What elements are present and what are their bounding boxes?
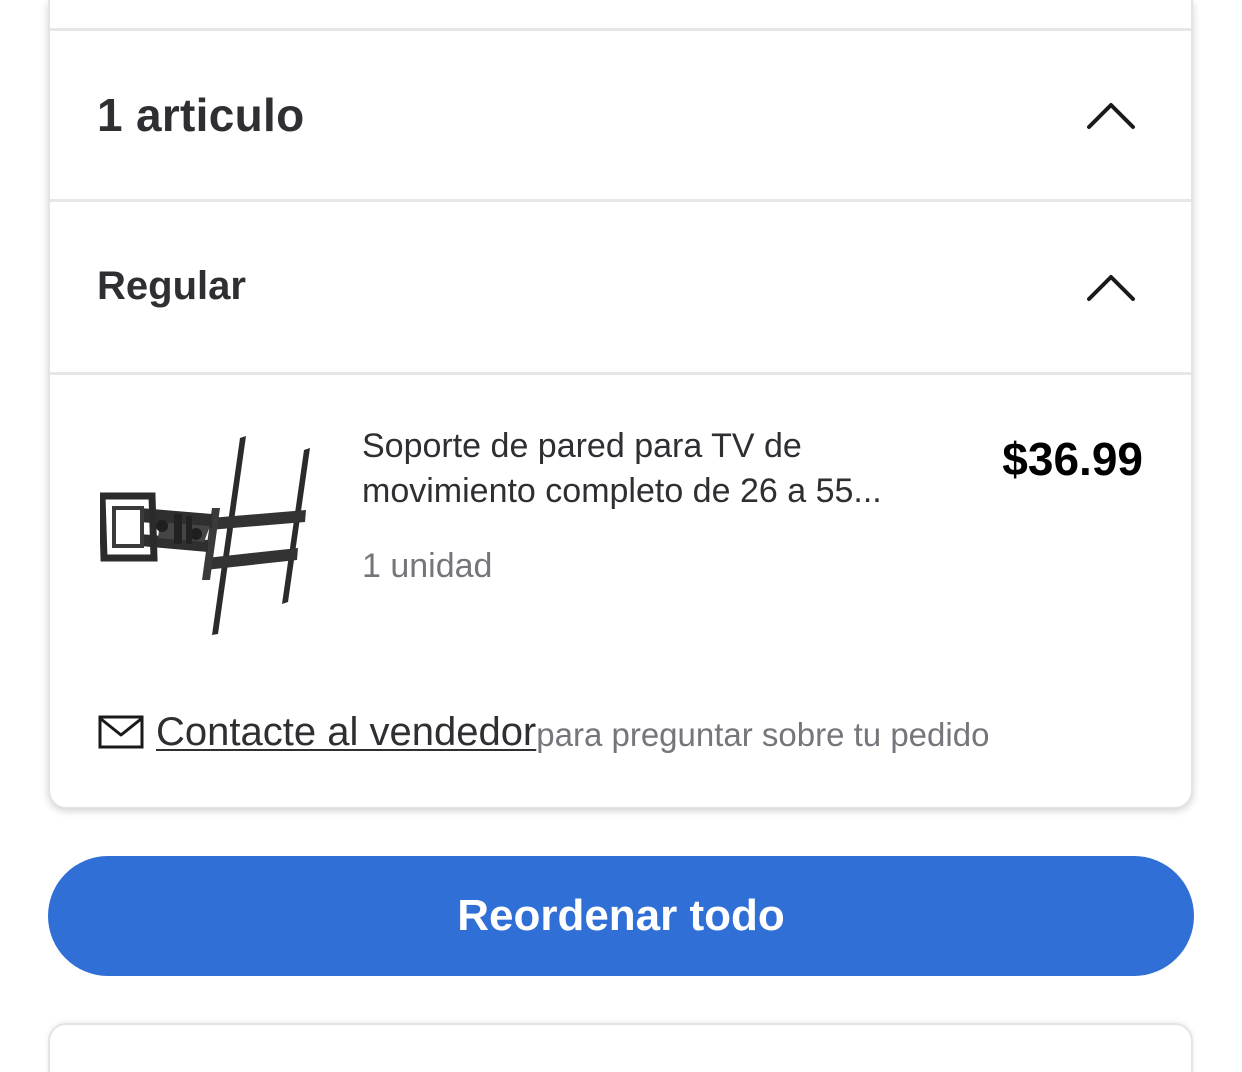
contact-seller-link[interactable]: Contacte al vendedor <box>156 710 536 755</box>
next-section-card <box>48 1023 1193 1072</box>
product-quantity: 1 unidad <box>362 547 493 585</box>
chevron-up-icon[interactable] <box>1086 100 1136 130</box>
chevron-up-icon[interactable] <box>1086 272 1136 302</box>
contact-seller-row: Contacte al vendedor para preguntar sobr… <box>98 706 989 758</box>
section-divider <box>50 372 1191 375</box>
section-divider <box>50 199 1191 202</box>
fulfillment-group-heading: Regular <box>97 264 246 308</box>
reorder-all-button[interactable]: Reordenar todo <box>48 856 1194 976</box>
contact-seller-hint: para preguntar sobre tu pedido <box>536 716 990 753</box>
order-items-card: 1 articulo Regular Soporte de pared para… <box>48 0 1193 808</box>
items-count-heading: 1 articulo <box>97 89 305 141</box>
mail-icon <box>98 714 144 750</box>
product-price: $36.99 <box>1002 433 1143 485</box>
tv-wall-mount-image[interactable] <box>98 430 315 640</box>
section-divider <box>50 28 1191 31</box>
product-name-link[interactable]: Soporte de pared para TV de movimiento c… <box>362 424 922 514</box>
order-details-page: 1 articulo Regular Soporte de pared para… <box>0 0 1242 1072</box>
